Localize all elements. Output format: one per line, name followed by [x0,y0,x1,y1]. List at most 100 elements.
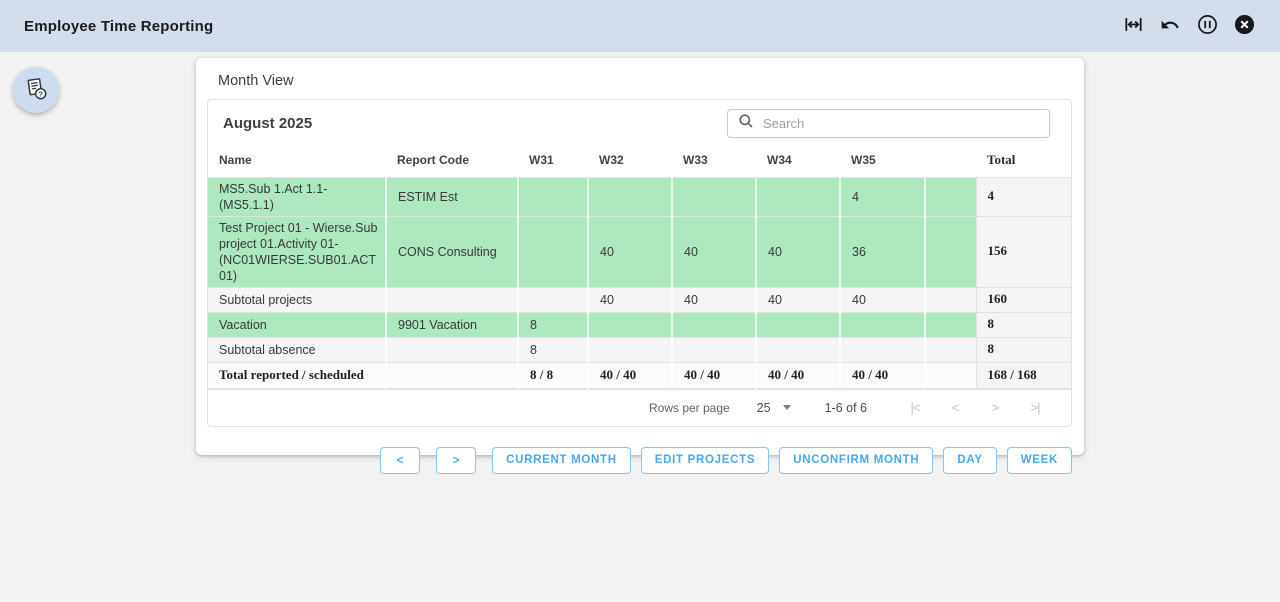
cell-w31: 8 [518,337,588,362]
cell-w31 [518,287,588,312]
cell-w33: 40 [672,287,756,312]
app-title: Employee Time Reporting [24,18,213,35]
cell-spacer [925,216,976,287]
table-row[interactable]: Test Project 01 - Wierse.Sub project 01.… [208,216,1071,287]
cell-w35[interactable]: 36 [840,216,925,287]
cell-report-code [386,362,518,388]
cell-w33[interactable]: 40 [672,216,756,287]
cell-w32[interactable]: 40 [588,216,672,287]
cell-w34[interactable] [756,312,840,337]
table-row[interactable]: Vacation 9901 Vacation 8 8 [208,312,1071,337]
cell-w34: 40 [756,287,840,312]
cell-report-code [386,287,518,312]
cell-total: 8 [976,337,1071,362]
cell-w31[interactable] [518,216,588,287]
cell-name: Total reported / scheduled [208,362,386,388]
top-bar-icons [1121,14,1256,38]
month-panel: August 2025 Name Report [207,99,1072,427]
pause-circle-icon [1197,14,1218,38]
caret-down-icon [783,405,791,410]
cell-spacer [925,312,976,337]
help-button[interactable]: ? [13,67,59,113]
cell-w31[interactable] [518,177,588,216]
column-header-report-code[interactable]: Report Code [386,144,518,177]
cell-name[interactable]: MS5.Sub 1.Act 1.1-(MS5.1.1) [208,177,386,216]
fit-width-icon [1124,15,1143,37]
month-title: August 2025 [223,115,312,132]
rows-per-page-value: 25 [757,401,771,415]
cell-w33[interactable] [672,177,756,216]
column-header-total[interactable]: Total [976,144,1071,177]
cell-w35 [840,337,925,362]
current-month-button[interactable]: CURRENT MONTH [492,447,631,474]
week-button[interactable]: WEEK [1007,447,1072,474]
edit-projects-button[interactable]: EDIT PROJECTS [641,447,769,474]
column-header-w31[interactable]: W31 [518,144,588,177]
cell-total: 156 [976,216,1071,287]
page-range-label: 1-6 of 6 [825,401,867,415]
rows-per-page-select[interactable]: 25 [757,401,791,415]
svg-text:?: ? [38,89,43,98]
cell-report-code: ESTIM Est [386,177,518,216]
table-row-grand-total: Total reported / scheduled 8 / 8 40 / 40… [208,362,1071,388]
first-page-button[interactable]: |< [895,400,935,415]
cell-w35: 40 [840,287,925,312]
column-header-w34[interactable]: W34 [756,144,840,177]
next-month-button[interactable]: > [436,447,476,474]
pause-button[interactable] [1195,14,1219,38]
table-row[interactable]: MS5.Sub 1.Act 1.1-(MS5.1.1) ESTIM Est 4 … [208,177,1071,216]
cell-w33[interactable] [672,312,756,337]
column-header-name[interactable]: Name [208,144,386,177]
cell-spacer [925,287,976,312]
cell-w33 [672,337,756,362]
column-header-w35[interactable]: W35 [840,144,925,177]
unconfirm-month-button[interactable]: UNCONFIRM MONTH [779,447,933,474]
footer-actions: < > CURRENT MONTH EDIT PROJECTS UNCONFIR… [196,447,1072,474]
cell-name[interactable]: Vacation [208,312,386,337]
fit-width-button[interactable] [1121,14,1145,38]
cell-w32 [588,337,672,362]
cell-report-code: CONS Consulting [386,216,518,287]
cell-w34[interactable] [756,177,840,216]
undo-button[interactable] [1158,14,1182,38]
cell-report-code [386,337,518,362]
cell-w33: 40 / 40 [672,362,756,388]
table-header-row: Name Report Code W31 W32 W33 W34 W35 Tot… [208,144,1071,177]
undo-icon [1160,15,1180,38]
cell-w35[interactable] [840,312,925,337]
prev-page-button[interactable]: < [935,400,975,415]
search-icon [738,113,754,134]
search-box[interactable] [727,109,1050,138]
cell-w34[interactable]: 40 [756,216,840,287]
cell-w32[interactable] [588,312,672,337]
report-help-icon: ? [22,75,50,106]
cell-name: Subtotal absence [208,337,386,362]
column-header-w32[interactable]: W32 [588,144,672,177]
top-bar: Employee Time Reporting [0,0,1280,52]
cell-w35[interactable]: 4 [840,177,925,216]
pagination-bar: Rows per page 25 1-6 of 6 |< < > >| [208,389,1071,426]
cell-name[interactable]: Test Project 01 - Wierse.Sub project 01.… [208,216,386,287]
cell-total: 160 [976,287,1071,312]
cell-w34 [756,337,840,362]
cell-w35: 40 / 40 [840,362,925,388]
cell-w32[interactable] [588,177,672,216]
time-report-table: Name Report Code W31 W32 W33 W34 W35 Tot… [208,144,1071,389]
cell-report-code: 9901 Vacation [386,312,518,337]
next-page-button[interactable]: > [975,400,1015,415]
column-header-spacer [925,144,976,177]
card-title: Month View [196,58,1084,99]
search-input[interactable] [763,116,1039,131]
close-button[interactable] [1232,14,1256,38]
last-page-button[interactable]: >| [1015,400,1055,415]
cell-spacer [925,337,976,362]
column-header-w33[interactable]: W33 [672,144,756,177]
prev-month-button[interactable]: < [380,447,420,474]
cell-w31[interactable]: 8 [518,312,588,337]
panel-header: August 2025 [208,100,1071,144]
day-button[interactable]: DAY [943,447,996,474]
cell-total: 4 [976,177,1071,216]
table-row-subtotal-absence: Subtotal absence 8 8 [208,337,1071,362]
table-row-subtotal-projects: Subtotal projects 40 40 40 40 160 [208,287,1071,312]
cell-spacer [925,362,976,388]
